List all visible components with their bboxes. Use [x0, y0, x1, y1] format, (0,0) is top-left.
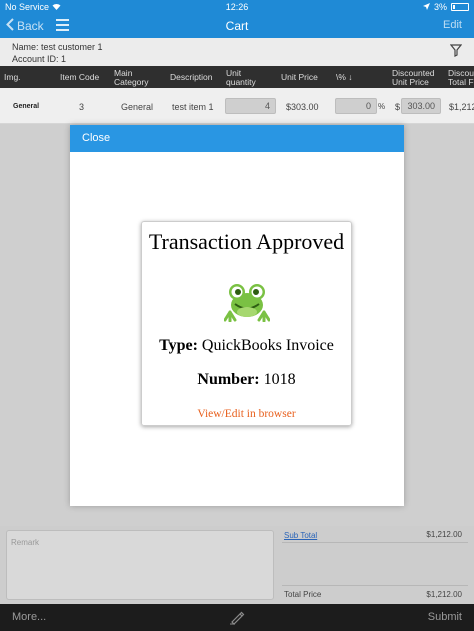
row-description: test item 1	[172, 102, 214, 112]
bottom-toolbar: More... Submit	[0, 604, 474, 631]
transaction-type: Type: QuickBooks Invoice	[142, 337, 351, 355]
status-time: 12:26	[225, 2, 249, 12]
total-price-value: $1,212.00	[426, 590, 462, 599]
table-row[interactable]: General 3 General test item 1 4 $303.00 …	[0, 88, 474, 124]
column-description: Description	[170, 72, 213, 82]
status-right: 3%	[422, 2, 469, 12]
summary-divider	[282, 542, 468, 543]
order-summary: Remark Sub Total $1,212.00 Total Price $…	[0, 526, 474, 604]
status-bar: No Service 12:26 3%	[0, 0, 474, 14]
number-value: 1018	[263, 371, 296, 388]
carrier-label: No Service	[5, 2, 50, 12]
column-img: Img.	[4, 72, 21, 82]
view-edit-link[interactable]: View/Edit in browser	[142, 408, 351, 420]
type-label: Type:	[159, 337, 198, 354]
transaction-number: Number: 1018	[142, 371, 351, 389]
battery-label: 3%	[433, 2, 447, 12]
battery-icon	[451, 3, 469, 11]
row-discounted-total: $1,212.0	[449, 102, 474, 112]
column-discounted-total-2: Total F	[448, 77, 474, 87]
transaction-modal: Close Transaction Approved Type: QuickBo…	[70, 125, 404, 506]
currency-sign: $	[395, 102, 401, 112]
transaction-title: Transaction Approved	[148, 229, 345, 254]
pen-icon[interactable]	[229, 609, 245, 628]
type-value: QuickBooks Invoice	[201, 337, 334, 354]
customer-account-id: Account ID: 1	[12, 54, 67, 64]
column-item-code: Item Code	[60, 72, 100, 82]
total-price-label: Total Price	[284, 590, 322, 599]
location-icon	[422, 2, 430, 12]
row-unit-price: $303.00	[286, 102, 319, 112]
page-title: Cart	[225, 19, 249, 33]
column-discounted-unit-price-2: Unit Price	[392, 77, 429, 87]
discounted-unit-price-input[interactable]: 303.00	[401, 98, 441, 114]
column-unit-quantity-2: quantity	[226, 77, 256, 87]
sub-total-link[interactable]: Sub Total	[284, 531, 317, 540]
row-item-code: 3	[79, 102, 85, 112]
transaction-receipt: Transaction Approved Type: QuickBooks In…	[141, 221, 352, 426]
frog-logo-icon	[223, 282, 271, 327]
wifi-icon	[52, 2, 61, 12]
filter-icon[interactable]	[449, 44, 463, 60]
remark-field[interactable]: Remark	[6, 530, 274, 600]
row-main-category: General	[121, 102, 154, 112]
column-unit-price: Unit Price	[281, 72, 318, 82]
row-img-label: General	[13, 103, 40, 110]
status-left: No Service	[5, 2, 61, 12]
close-button[interactable]: Close	[82, 132, 110, 144]
summary-divider	[282, 585, 468, 586]
modal-header: Close	[70, 125, 404, 152]
customer-name: Name: test customer 1	[12, 42, 103, 52]
submit-button[interactable]: Submit	[428, 611, 462, 623]
more-button[interactable]: More...	[12, 611, 46, 623]
quantity-input[interactable]: 4	[225, 98, 276, 114]
percent-sign: %	[378, 102, 386, 111]
column-main-category-2: Category	[114, 77, 149, 87]
nav-bar: Back Cart Edit	[0, 14, 474, 38]
sub-total-value: $1,212.00	[426, 530, 462, 539]
discount-input[interactable]: 0	[335, 98, 377, 114]
customer-info: Name: test customer 1 Account ID: 1	[0, 38, 474, 66]
table-header: Img. Item Code Main Category Description…	[0, 66, 474, 88]
edit-button[interactable]: Edit	[443, 19, 462, 31]
column-discount[interactable]: \% ↓	[336, 73, 353, 82]
number-label: Number:	[197, 371, 260, 388]
